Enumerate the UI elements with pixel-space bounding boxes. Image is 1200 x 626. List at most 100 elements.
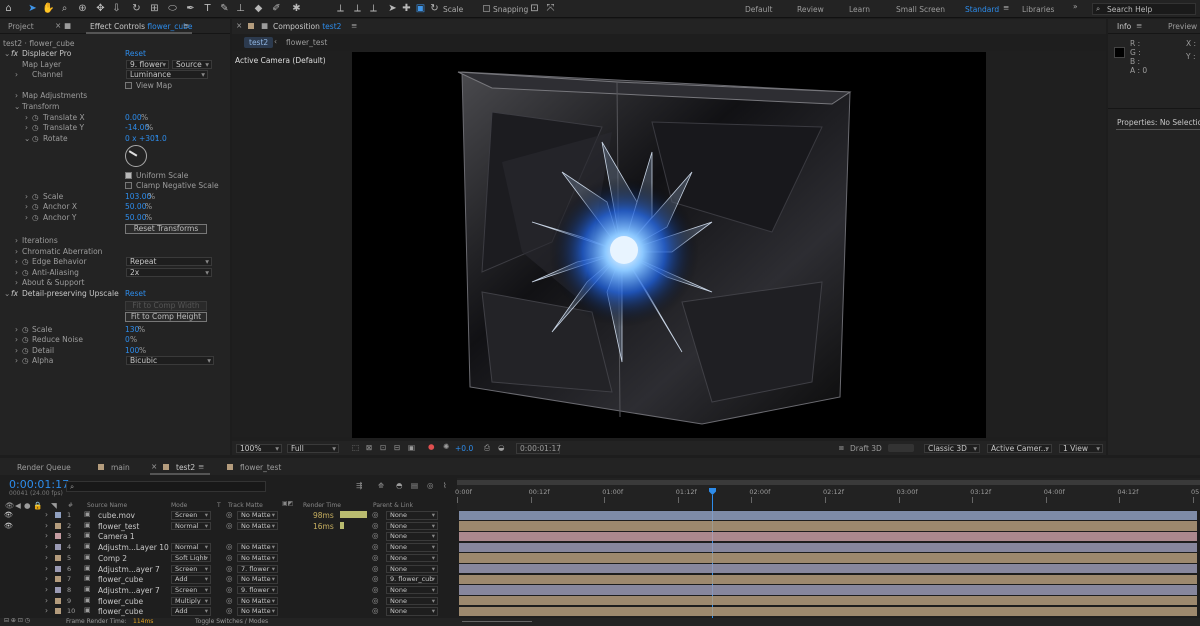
- frame-blending-icon[interactable]: ▤: [411, 481, 418, 490]
- zoom-tool-icon[interactable]: ⌕: [58, 1, 71, 15]
- search-help-field[interactable]: ⌕ Search Help: [1092, 3, 1196, 15]
- comp-viewer[interactable]: Active Camera (Default): [232, 51, 1106, 438]
- guides-icon[interactable]: ▣: [408, 443, 415, 452]
- group-transform[interactable]: ⌄ Transform: [0, 102, 220, 113]
- track-matte-icon[interactable]: ◎: [226, 521, 233, 530]
- track-matte-icon[interactable]: ◎: [226, 553, 233, 562]
- blend-mode-dropdown[interactable]: Screen: [171, 585, 211, 595]
- translate-x-value[interactable]: 0.00: [125, 113, 142, 122]
- chevron-right-icon[interactable]: ›: [45, 574, 48, 583]
- layer-duration-bar[interactable]: [459, 564, 1197, 574]
- pickwhip-icon[interactable]: ◎: [372, 542, 379, 551]
- resolution-dropdown[interactable]: Full: [287, 444, 339, 453]
- rotate3d-tool-icon[interactable]: ↻: [428, 1, 441, 15]
- lock-icon[interactable]: ■: [261, 21, 268, 30]
- track-matte-dropdown[interactable]: 9. flower: [237, 585, 278, 595]
- renderer-toggle[interactable]: [888, 444, 914, 452]
- snap-option-icon[interactable]: ⊡: [528, 1, 541, 15]
- chevron-right-icon[interactable]: ›: [45, 553, 48, 562]
- pickwhip-icon[interactable]: ◎: [372, 553, 379, 562]
- parent-dropdown[interactable]: None: [386, 521, 438, 531]
- puppet-pin-icon[interactable]: ✱: [290, 1, 303, 15]
- fit-to-comp-height-button[interactable]: Fit to Comp Height: [125, 312, 207, 322]
- fx-icon[interactable]: fx: [11, 289, 18, 298]
- layer-row[interactable]: › 5 ▣ Comp 2 Soft Light ◎ No Matte ◎ None: [0, 553, 455, 564]
- lock-icon[interactable]: ■: [64, 21, 71, 30]
- label-color-chip[interactable]: [55, 522, 61, 529]
- ellipse-tool-icon[interactable]: ⬭: [166, 1, 179, 15]
- track-matte-dropdown[interactable]: No Matte: [237, 521, 278, 531]
- chevron-right-icon[interactable]: ›: [15, 91, 18, 100]
- track-matte-dropdown[interactable]: No Matte: [237, 511, 278, 520]
- chevron-down-icon[interactable]: ⌄: [4, 289, 10, 298]
- snap-target-icon[interactable]: ⤧: [544, 1, 557, 15]
- hand-tool-icon[interactable]: ✋: [42, 1, 55, 15]
- edge-behavior-dropdown[interactable]: Repeat: [126, 257, 212, 267]
- track-matte-icon[interactable]: ◎: [226, 606, 233, 615]
- layer-name[interactable]: cube.mov: [98, 511, 135, 520]
- parent-dropdown[interactable]: None: [386, 596, 438, 606]
- pickwhip-icon[interactable]: ◎: [372, 521, 379, 530]
- label-color-chip[interactable]: [55, 576, 61, 583]
- layer-row[interactable]: 👁 › 1 ▣ cube.mov Screen ◎ No Matte 98ms ◎ None: [0, 510, 455, 521]
- col-header-source[interactable]: Source Name: [87, 502, 127, 509]
- layer-row[interactable]: › 9 ▣ flower_cube Multiply ◎ No Matte ◎ None: [0, 596, 455, 607]
- tab-main[interactable]: main: [111, 463, 130, 472]
- chevron-right-icon[interactable]: ›: [15, 247, 18, 256]
- track-matte-icon[interactable]: ◎: [226, 542, 233, 551]
- rotate-value[interactable]: 0 x +301.0: [125, 134, 167, 143]
- track-matte-icon[interactable]: ◎: [226, 574, 233, 583]
- anchor-tool-icon[interactable]: ⊞: [148, 1, 161, 15]
- group-map-adjustments[interactable]: › Map Adjustments: [0, 91, 220, 102]
- chevron-right-icon[interactable]: ›: [45, 596, 48, 605]
- axis-view-icon[interactable]: ⟂: [367, 1, 380, 15]
- eye-icon[interactable]: 👁: [4, 522, 13, 530]
- blend-mode-dropdown[interactable]: Normal: [171, 543, 211, 552]
- home-icon[interactable]: ⌂: [2, 1, 15, 15]
- anchor-x-value[interactable]: 50.00: [125, 202, 146, 211]
- stopwatch-icon[interactable]: ◷: [22, 325, 29, 334]
- col-header-matte[interactable]: Track Matte: [228, 502, 263, 509]
- stopwatch-icon[interactable]: ◷: [32, 213, 39, 222]
- fx-icon[interactable]: fx: [11, 49, 18, 58]
- layer-row[interactable]: › 3 ▣ Camera 1 ◎ None: [0, 531, 455, 542]
- pan-tool-icon[interactable]: ✥: [94, 1, 107, 15]
- label-color-chip[interactable]: [55, 554, 61, 561]
- brush-tool-icon[interactable]: ✎: [218, 1, 231, 15]
- exposure-icon[interactable]: ✺: [443, 442, 449, 451]
- layer-duration-bar[interactable]: [459, 585, 1197, 595]
- panel-menu-icon[interactable]: ≡: [198, 462, 204, 471]
- col-header-t[interactable]: T: [217, 502, 221, 509]
- renderer-3d-icon[interactable]: ⧈: [839, 443, 844, 453]
- layer-name[interactable]: flower_cube: [98, 597, 143, 606]
- bounds-tool-icon[interactable]: ▣: [414, 1, 427, 15]
- chevron-right-icon[interactable]: ›: [25, 123, 28, 132]
- chevron-down-icon[interactable]: ⌄: [24, 134, 30, 143]
- workspace-standard-menu-icon[interactable]: ≡: [1003, 3, 1009, 12]
- chevron-right-icon[interactable]: ›: [15, 236, 18, 245]
- layer-row[interactable]: › 10 ▣ flower_cube Add ◎ No Matte ◎ None: [0, 606, 455, 617]
- workspace-libraries[interactable]: Libraries: [1022, 5, 1054, 14]
- tab-render-queue[interactable]: Render Queue: [17, 463, 71, 472]
- label-color-chip[interactable]: [55, 544, 61, 551]
- parent-dropdown[interactable]: None: [386, 607, 438, 616]
- view-layout-dropdown[interactable]: 1 View: [1059, 444, 1103, 453]
- dolly-tool-icon[interactable]: ⇩: [110, 1, 123, 15]
- chevron-right-icon[interactable]: ›: [25, 213, 28, 222]
- parent-dropdown[interactable]: None: [386, 564, 438, 573]
- chevron-right-icon[interactable]: ›: [15, 278, 18, 287]
- label-color-chip[interactable]: [55, 533, 61, 540]
- clone-stamp-icon[interactable]: ⊥: [234, 1, 247, 15]
- snapshot-camera-icon[interactable]: ⎙: [484, 443, 490, 453]
- map-layer-dropdown[interactable]: 9. flower_: [126, 59, 169, 69]
- layer-name[interactable]: Comp 2: [98, 554, 127, 563]
- chevron-down-icon[interactable]: ⌄: [4, 49, 10, 58]
- parent-dropdown[interactable]: None: [386, 532, 438, 541]
- chevron-right-icon[interactable]: ›: [45, 521, 48, 530]
- eraser-tool-icon[interactable]: ◆: [252, 1, 265, 15]
- layer-duration-bar[interactable]: [459, 574, 1197, 585]
- chevron-right-icon[interactable]: ›: [25, 202, 28, 211]
- layer-name[interactable]: flower_cube: [98, 575, 143, 584]
- layer-search-field[interactable]: ⌕: [66, 481, 266, 492]
- stopwatch-icon[interactable]: ◷: [32, 113, 39, 122]
